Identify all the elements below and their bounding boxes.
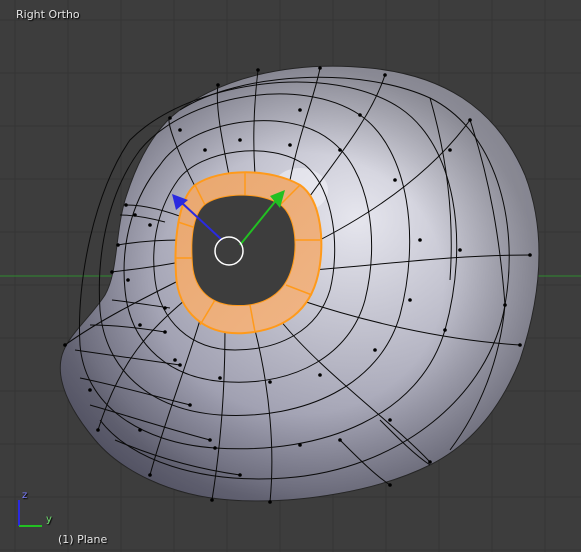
axis-label-z: z [22,490,28,501]
mesh-vertex[interactable] [268,380,272,384]
mesh-vertex[interactable] [133,213,137,217]
mesh-vertex[interactable] [298,443,302,447]
mesh-vertex[interactable] [238,138,242,142]
mesh-vertex[interactable] [448,148,452,152]
mesh-vertex[interactable] [178,128,182,132]
mesh-vertex[interactable] [138,323,142,327]
mesh-vertex[interactable] [373,348,377,352]
mesh-vertex[interactable] [210,498,214,502]
mesh-vertex[interactable] [116,243,120,247]
mesh-vertex[interactable] [178,363,182,367]
mesh-vertex[interactable] [503,303,507,307]
mesh-vertex[interactable] [173,358,177,362]
mesh-vertex[interactable] [256,68,260,72]
mesh-vertex[interactable] [163,330,167,334]
mesh-vertex[interactable] [188,403,192,407]
mesh-vertex[interactable] [518,343,522,347]
mesh-vertex[interactable] [268,500,272,504]
mesh-vertex[interactable] [203,148,207,152]
mesh-vertex[interactable] [383,73,387,77]
mesh-vertex[interactable] [163,306,167,310]
mesh-vertex[interactable] [208,438,212,442]
mesh-vertex[interactable] [288,143,292,147]
mesh-vertex[interactable] [408,298,412,302]
mesh-vertex[interactable] [388,418,392,422]
mesh-vertex[interactable] [468,118,472,122]
mesh-object[interactable] [0,0,581,552]
mesh-vertex[interactable] [213,446,217,450]
mesh-vertex[interactable] [63,343,67,347]
mesh-vertex[interactable] [218,376,222,380]
mesh-vertex[interactable] [338,148,342,152]
mesh-vertex[interactable] [216,83,220,87]
axis-label-y: y [46,514,52,525]
mesh-vertex[interactable] [148,223,152,227]
mesh-vertex[interactable] [96,428,100,432]
mesh-vertex[interactable] [528,253,532,257]
3d-viewport[interactable]: z y Right Ortho (1) Plane [0,0,581,552]
active-object-label: (1) Plane [58,533,108,546]
mesh-vertex[interactable] [338,438,342,442]
mesh-vertex[interactable] [138,428,142,432]
mesh-vertex[interactable] [126,278,130,282]
mesh-vertex[interactable] [88,388,92,392]
view-name-label: Right Ortho [16,8,80,21]
mesh-vertex[interactable] [418,238,422,242]
mesh-vertex[interactable] [458,248,462,252]
mesh-vertex[interactable] [358,113,362,117]
mesh-vertex[interactable] [298,108,302,112]
mesh-vertex[interactable] [428,460,432,464]
mesh-vertex[interactable] [318,66,322,70]
mesh-vertex[interactable] [238,473,242,477]
mesh-vertex[interactable] [318,373,322,377]
mesh-vertex[interactable] [393,178,397,182]
mesh-vertex[interactable] [110,270,114,274]
mesh-vertex[interactable] [388,483,392,487]
mesh-vertex[interactable] [168,116,172,120]
mesh-vertex[interactable] [148,473,152,477]
mesh-vertex[interactable] [443,328,447,332]
mesh-vertex[interactable] [124,203,128,207]
